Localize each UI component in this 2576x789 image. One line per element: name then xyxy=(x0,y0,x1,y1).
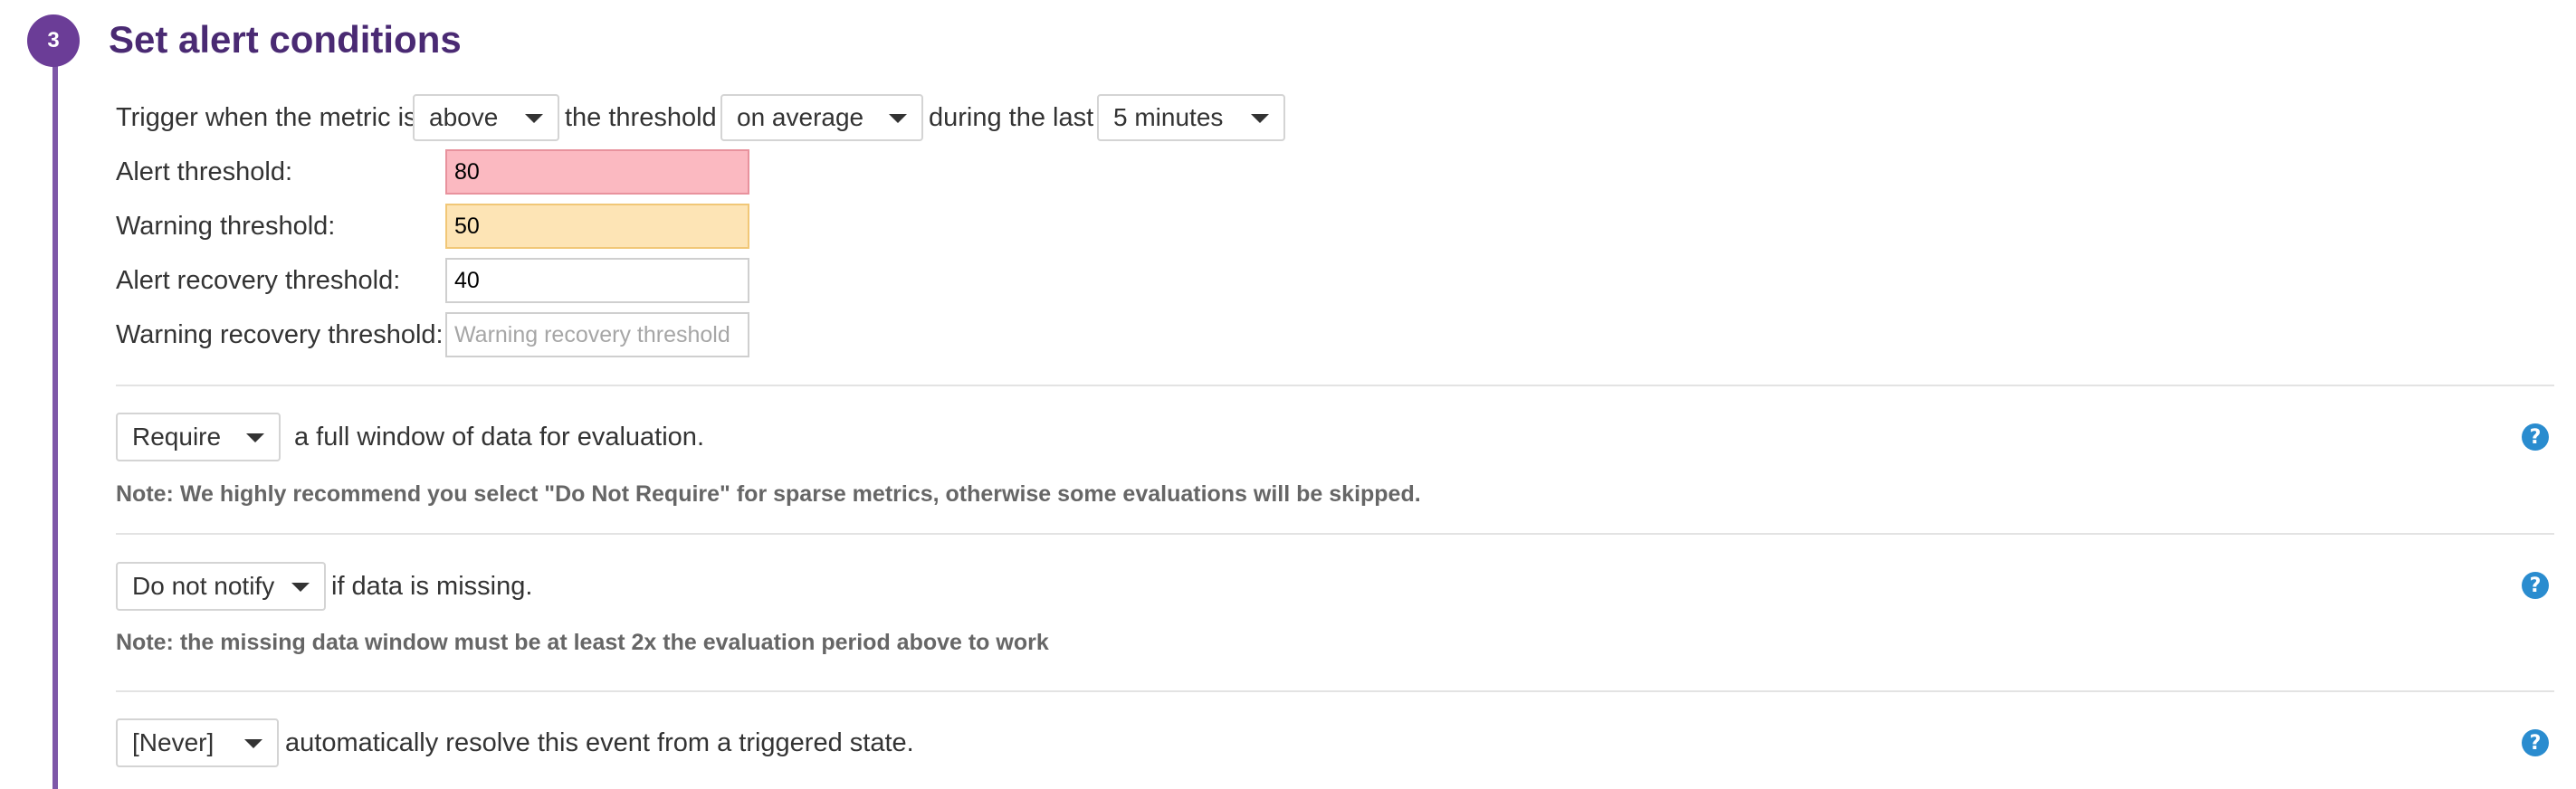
section-divider xyxy=(116,690,2554,692)
alert-recovery-threshold-label: Alert recovery threshold: xyxy=(116,266,401,295)
aggregation-select-value: on average xyxy=(737,103,864,131)
page-title: Set alert conditions xyxy=(109,18,462,61)
auto-resolve-text: automatically resolve this event from a … xyxy=(285,728,914,757)
help-icon[interactable]: ? xyxy=(2522,572,2549,599)
missing-data-note: Note: the missing data window must be at… xyxy=(116,630,1049,655)
trigger-prefix-text: Trigger when the metric is xyxy=(116,103,417,132)
step-timeline-line xyxy=(52,54,58,789)
chevron-down-icon xyxy=(889,114,907,123)
warning-threshold-input[interactable] xyxy=(445,204,749,249)
comparator-select[interactable]: above xyxy=(413,94,559,141)
chevron-down-icon xyxy=(525,114,543,123)
evaluation-window-select-value: 5 minutes xyxy=(1113,103,1224,131)
section-divider xyxy=(116,533,2554,535)
step-number-badge: 3 xyxy=(27,14,80,67)
chevron-down-icon xyxy=(291,583,310,592)
full-window-text: a full window of data for evaluation. xyxy=(294,423,704,452)
warning-recovery-threshold-input[interactable] xyxy=(445,312,749,357)
warning-recovery-threshold-label: Warning recovery threshold: xyxy=(116,320,444,349)
help-icon[interactable]: ? xyxy=(2522,423,2549,451)
require-full-window-select-value: Require xyxy=(132,423,222,451)
auto-resolve-select[interactable]: [Never] xyxy=(116,718,279,767)
trigger-during-text: during the last xyxy=(929,103,1094,132)
require-full-window-select[interactable]: Require xyxy=(116,413,281,461)
missing-data-notify-select-value: Do not notify xyxy=(132,572,275,600)
missing-data-text: if data is missing. xyxy=(331,572,533,601)
missing-data-notify-select[interactable]: Do not notify xyxy=(116,562,326,611)
trigger-threshold-text: the threshold xyxy=(565,103,717,132)
evaluation-window-select[interactable]: 5 minutes xyxy=(1097,94,1285,141)
chevron-down-icon xyxy=(246,433,264,442)
alert-threshold-input[interactable] xyxy=(445,149,749,195)
comparator-select-value: above xyxy=(429,103,499,131)
chevron-down-icon xyxy=(244,739,262,748)
alert-threshold-label: Alert threshold: xyxy=(116,157,293,186)
full-window-note: Note: We highly recommend you select "Do… xyxy=(116,481,1421,507)
aggregation-select[interactable]: on average xyxy=(720,94,923,141)
chevron-down-icon xyxy=(1251,114,1269,123)
alert-recovery-threshold-input[interactable] xyxy=(445,258,749,303)
warning-threshold-label: Warning threshold: xyxy=(116,212,336,241)
help-icon[interactable]: ? xyxy=(2522,729,2549,756)
auto-resolve-select-value: [Never] xyxy=(132,728,215,756)
section-divider xyxy=(116,385,2554,386)
